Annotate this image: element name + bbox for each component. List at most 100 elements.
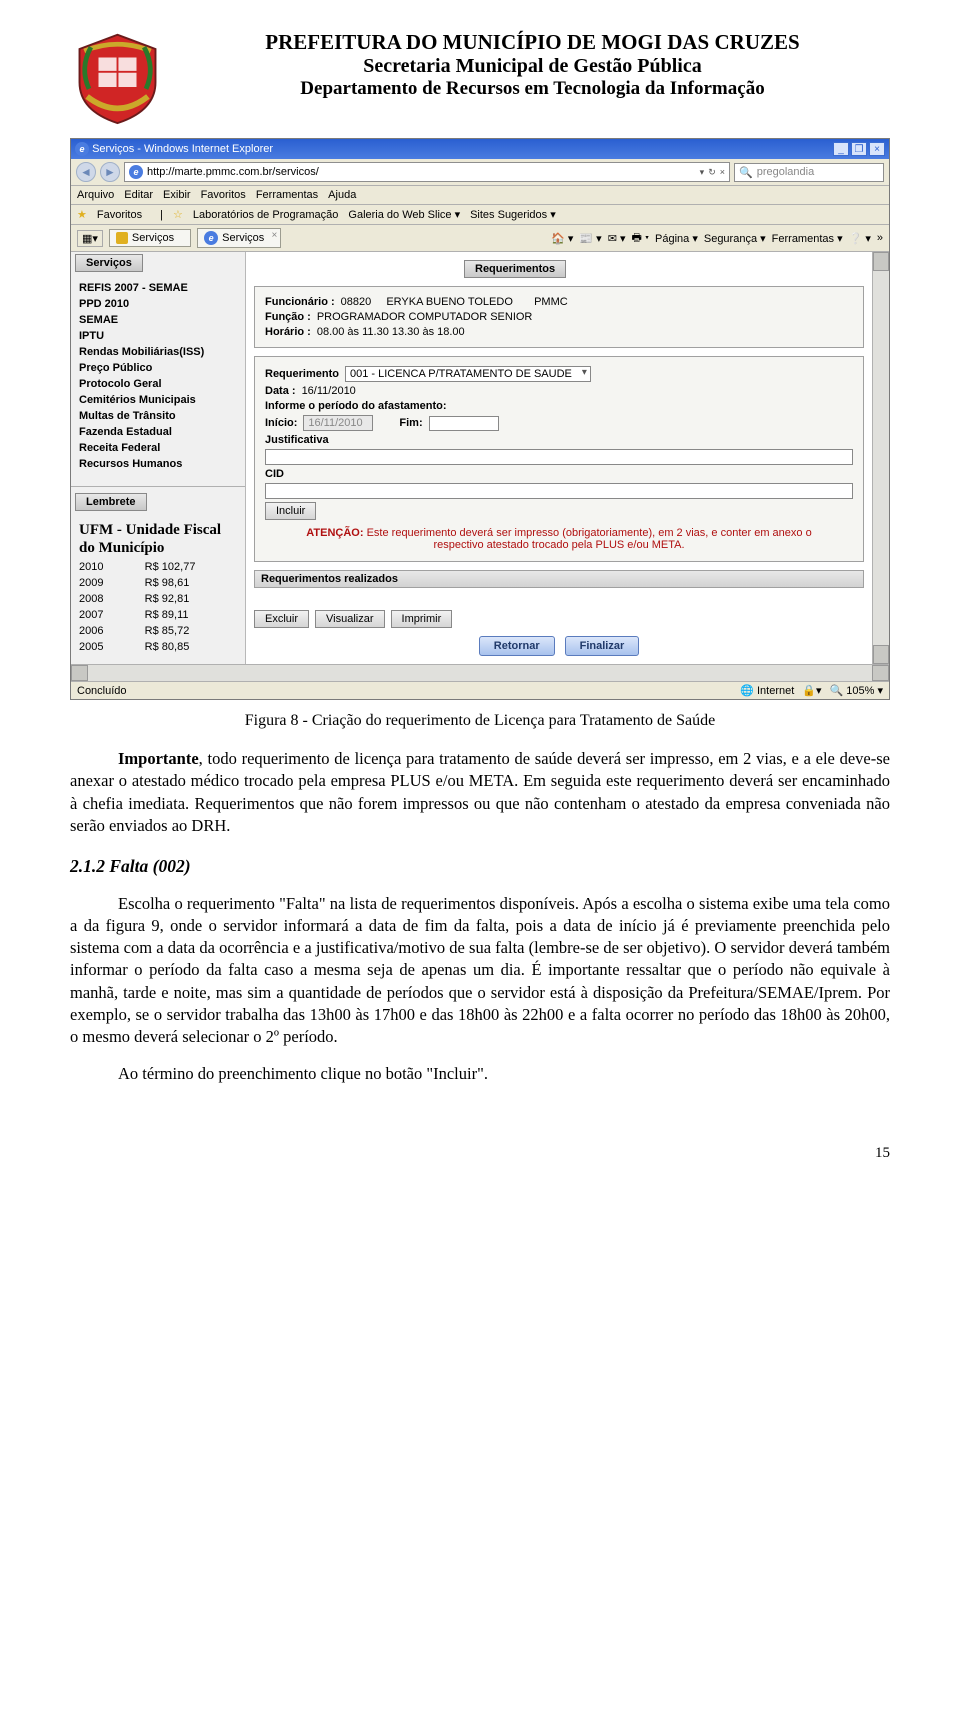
tab-bar: ▦▾ Serviços eServiços× 🏠 ▾ 📰 ▾ ✉ ▾ 🖶 ▾ P…: [71, 225, 889, 252]
close-window-button[interactable]: ×: [869, 142, 885, 156]
sidebar-tab-lembrete[interactable]: Lembrete: [75, 493, 147, 511]
sidebar-item-semae[interactable]: SEMAE: [79, 312, 237, 328]
table-row: 2006R$ 85,72: [71, 623, 245, 639]
refresh-icon[interactable]: ↻: [708, 167, 716, 178]
url-text: http://marte.pmmc.com.br/servicos/: [147, 166, 319, 178]
sidebar-item-iss[interactable]: Rendas Mobiliárias(ISS): [79, 344, 237, 360]
address-bar-row: ◄ ► e http://marte.pmmc.com.br/servicos/…: [71, 159, 889, 186]
tab-servicos-2[interactable]: eServiços×: [197, 228, 281, 248]
favorites-star-icon[interactable]: ★: [77, 208, 87, 221]
page-icon: e: [129, 165, 143, 179]
quick-tabs-button[interactable]: ▦▾: [77, 230, 103, 247]
requerimento-form-box: Requerimento 001 - LICENCA P/TRATAMENTO …: [254, 356, 864, 562]
tab-servicos-1[interactable]: Serviços: [109, 229, 191, 247]
funcionario-box: Funcionário : 08820 ERYKA BUENO TOLEDO P…: [254, 286, 864, 348]
cmd-print[interactable]: 🖶 ▾: [632, 229, 650, 248]
sidebar: Serviços REFIS 2007 - SEMAE PPD 2010 SEM…: [71, 252, 246, 664]
menu-editar[interactable]: Editar: [124, 189, 153, 201]
sidebar-item-protocolo[interactable]: Protocolo Geral: [79, 376, 237, 392]
back-button[interactable]: ◄: [76, 162, 96, 182]
cid-label: CID: [265, 468, 284, 480]
funcionario-label: Funcionário :: [265, 296, 335, 308]
letterhead-line1: PREFEITURA DO MUNICÍPIO DE MOGI DAS CRUZ…: [175, 30, 890, 55]
cmd-mail[interactable]: ✉ ▾: [608, 232, 626, 245]
funcionario-matricula: 08820: [341, 296, 372, 308]
horizontal-scrollbar[interactable]: [71, 664, 889, 681]
maximize-button[interactable]: ❐: [851, 142, 867, 156]
sidebar-item-rh[interactable]: Recursos Humanos: [79, 456, 237, 472]
excluir-button[interactable]: Excluir: [254, 610, 309, 628]
city-crest-icon: [70, 30, 165, 130]
url-input[interactable]: e http://marte.pmmc.com.br/servicos/ ▾ ↻…: [124, 162, 730, 182]
menu-ajuda[interactable]: Ajuda: [328, 189, 356, 201]
horario-label: Horário :: [265, 326, 311, 338]
search-icon: 🔍: [739, 166, 753, 179]
fav-link-sugeridos[interactable]: Sites Sugeridos ▾: [470, 208, 556, 221]
sidebar-item-refis[interactable]: REFIS 2007 - SEMAE: [79, 280, 237, 296]
cmd-help[interactable]: ❔ ▾: [849, 232, 871, 245]
minimize-button[interactable]: _: [833, 142, 849, 156]
sidebar-item-multas[interactable]: Multas de Trânsito: [79, 408, 237, 424]
paragraph-3: Ao término do preenchimento clique no bo…: [70, 1063, 890, 1085]
ufm-table: 2010R$ 102,77 2009R$ 98,61 2008R$ 92,81 …: [71, 559, 245, 655]
retornar-button[interactable]: Retornar: [479, 636, 555, 656]
incluir-button[interactable]: Incluir: [265, 502, 316, 520]
cmd-home[interactable]: 🏠 ▾: [551, 232, 573, 245]
window-titlebar: e Serviços - Windows Internet Explorer _…: [71, 139, 889, 159]
sidebar-item-receita[interactable]: Receita Federal: [79, 440, 237, 456]
sidebar-item-fazenda[interactable]: Fazenda Estadual: [79, 424, 237, 440]
fav-link-labs[interactable]: Laboratórios de Programação: [193, 209, 339, 221]
fim-label: Fim:: [399, 417, 422, 429]
fim-input[interactable]: [429, 416, 499, 431]
forward-button[interactable]: ►: [100, 162, 120, 182]
attention-text: ATENÇÃO: Este requerimento deverá ser im…: [265, 523, 853, 555]
funcao-label: Função :: [265, 311, 311, 323]
requerimento-select[interactable]: 001 - LICENCA P/TRATAMENTO DE SAUDE: [345, 366, 591, 382]
menu-arquivo[interactable]: Arquivo: [77, 189, 114, 201]
menubar: Arquivo Editar Exibir Favoritos Ferramen…: [71, 186, 889, 205]
fav-link-galeria[interactable]: Galeria do Web Slice ▾: [348, 208, 460, 221]
justificativa-input[interactable]: [265, 449, 853, 465]
vertical-scrollbar[interactable]: [872, 252, 889, 664]
table-row: 2008R$ 92,81: [71, 591, 245, 607]
status-zoom[interactable]: 🔍 105% ▾: [830, 684, 883, 697]
attention-label: ATENÇÃO:: [306, 527, 363, 539]
favorites-bar: ★ Favoritos | ☆ Laboratórios de Programa…: [71, 205, 889, 225]
cmd-feeds[interactable]: 📰 ▾: [579, 232, 601, 245]
status-text: Concluído: [77, 685, 127, 697]
letterhead-line3: Departamento de Recursos em Tecnologia d…: [175, 78, 890, 100]
close-tab-icon[interactable]: ×: [271, 230, 277, 241]
menu-ferramentas[interactable]: Ferramentas: [256, 189, 318, 201]
cmd-ferramentas[interactable]: Ferramentas ▾: [772, 232, 843, 245]
ie-tab-icon: e: [204, 231, 218, 245]
paragraph-2: Escolha o requerimento "Falta" na lista …: [70, 893, 890, 1049]
cid-input[interactable]: [265, 483, 853, 499]
favorites-label[interactable]: Favoritos: [97, 209, 142, 221]
stop-icon[interactable]: ×: [720, 167, 725, 177]
sidebar-item-iptu[interactable]: IPTU: [79, 328, 237, 344]
sidebar-tab-servicos[interactable]: Serviços: [75, 254, 143, 272]
sidebar-item-ppd[interactable]: PPD 2010: [79, 296, 237, 312]
sidebar-item-preco[interactable]: Preço Público: [79, 360, 237, 376]
finalizar-button[interactable]: Finalizar: [565, 636, 640, 656]
url-dropdown-icon[interactable]: ▾: [700, 167, 705, 178]
main-content: Requerimentos Funcionário : 08820 ERYKA …: [246, 252, 872, 664]
menu-favoritos[interactable]: Favoritos: [201, 189, 246, 201]
imprimir-button[interactable]: Imprimir: [391, 610, 453, 628]
sidebar-item-cemiterios[interactable]: Cemitérios Municipais: [79, 392, 237, 408]
ufm-heading: UFM - Unidade Fiscal do Município: [71, 515, 245, 559]
requerimentos-tab[interactable]: Requerimentos: [464, 260, 566, 278]
window-title: Serviços - Windows Internet Explorer: [92, 143, 273, 155]
status-protected[interactable]: 🔒▾: [802, 684, 821, 697]
cmd-pagina[interactable]: Página ▾: [655, 232, 698, 245]
visualizar-button[interactable]: Visualizar: [315, 610, 385, 628]
search-input[interactable]: 🔍 pregolandia: [734, 163, 884, 182]
cmd-seguranca[interactable]: Segurança ▾: [704, 232, 766, 245]
section-heading: 2.1.2 Falta (002): [70, 855, 890, 879]
inicio-label: Início:: [265, 417, 297, 429]
periodo-label: Informe o período do afastamento:: [265, 400, 447, 412]
paragraph-1: Importante, todo requerimento de licença…: [70, 748, 890, 837]
cmd-more[interactable]: »: [877, 232, 883, 244]
inicio-input: 16/11/2010: [303, 415, 373, 431]
menu-exibir[interactable]: Exibir: [163, 189, 191, 201]
